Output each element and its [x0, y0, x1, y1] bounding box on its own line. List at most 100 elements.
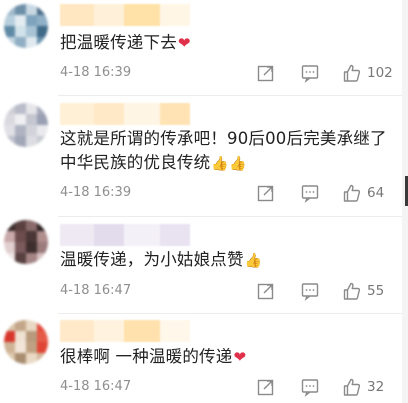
username-mosaic-tile — [94, 224, 124, 246]
username-mosaic-tile — [160, 103, 190, 125]
avatar-mosaic-tile — [26, 231, 37, 242]
avatar-mosaic-tile — [15, 320, 26, 331]
avatar-mosaic-tile — [4, 220, 15, 231]
avatar-mosaic-tile — [37, 4, 48, 15]
username[interactable] — [60, 320, 190, 342]
share-icon[interactable] — [256, 377, 276, 397]
avatar-mosaic-tile — [4, 125, 15, 136]
avatar-mosaic-tile — [4, 320, 15, 331]
avatar-mosaic-tile — [4, 342, 15, 353]
username-mosaic-tile — [160, 320, 190, 342]
thumbs-up-emoji: 👍👍 — [211, 156, 247, 172]
avatar-mosaic-tile — [15, 4, 26, 15]
avatar[interactable] — [4, 320, 48, 364]
username-mosaic-tile — [160, 4, 190, 26]
username-mosaic-tile — [94, 103, 124, 125]
avatar-mosaic-tile — [15, 353, 26, 364]
avatar-mosaic-tile — [26, 37, 37, 48]
avatar-mosaic-tile — [4, 4, 15, 15]
avatar-mosaic-tile — [26, 331, 37, 342]
heart-emoji: ❤ — [177, 34, 191, 52]
comment-body: 很棒啊 一种温暖的传递 — [60, 347, 233, 366]
avatar-mosaic-tile — [26, 253, 37, 264]
comment-meta: 4-18 16:39 102 — [60, 63, 395, 83]
avatar-mosaic-tile — [15, 253, 26, 264]
comment-icon[interactable] — [300, 281, 320, 301]
comment-body: 把温暖传递下去 — [60, 33, 177, 52]
avatar-mosaic-tile — [15, 220, 26, 231]
timestamp: 4-18 16:47 — [60, 379, 132, 394]
comment-icon[interactable] — [300, 377, 320, 397]
avatar-mosaic-tile — [15, 342, 26, 353]
like-count: 55 — [367, 283, 385, 299]
avatar-mosaic-tile — [15, 15, 26, 26]
thumbs-up-icon[interactable] — [342, 281, 362, 301]
comment-text: 温暖传递，为小姑娘点赞👍 — [60, 248, 390, 273]
username-mosaic-tile — [94, 4, 124, 26]
avatar[interactable] — [4, 103, 48, 147]
avatar-mosaic-tile — [4, 231, 15, 242]
avatar-mosaic-tile — [37, 114, 48, 125]
avatar-mosaic-tile — [37, 231, 48, 242]
avatar-mosaic-tile — [15, 331, 26, 342]
avatar-mosaic-tile — [4, 26, 15, 37]
avatar-mosaic-tile — [4, 103, 15, 114]
avatar-mosaic-tile — [26, 114, 37, 125]
avatar-mosaic-tile — [37, 253, 48, 264]
thumbs-up-icon[interactable] — [342, 377, 362, 397]
divider — [58, 216, 408, 217]
comment-text: 这就是所谓的传承吧！90后00后完美承继了中华民族的优良传统👍👍 — [60, 127, 390, 176]
divider — [58, 95, 408, 96]
avatar-mosaic-tile — [37, 242, 48, 253]
divider — [58, 313, 408, 314]
avatar-mosaic-tile — [26, 4, 37, 15]
avatar-mosaic-tile — [15, 125, 26, 136]
avatar-mosaic-tile — [37, 353, 48, 364]
avatar[interactable] — [4, 4, 48, 48]
avatar-mosaic-tile — [15, 26, 26, 37]
username-mosaic-tile — [124, 4, 160, 26]
comment-meta: 4-18 16:47 55 — [60, 281, 395, 301]
avatar[interactable] — [4, 220, 48, 264]
avatar-mosaic-tile — [37, 342, 48, 353]
username-mosaic-tile — [60, 4, 94, 26]
username-mosaic-tile — [124, 103, 160, 125]
heart-emoji: ❤ — [233, 348, 247, 366]
avatar-mosaic-tile — [37, 125, 48, 136]
avatar-mosaic-tile — [37, 15, 48, 26]
avatar-mosaic-tile — [4, 253, 15, 264]
avatar-mosaic-tile — [15, 37, 26, 48]
thumbs-up-icon[interactable] — [342, 63, 362, 83]
username-mosaic-tile — [124, 224, 160, 246]
username-mosaic-tile — [60, 103, 94, 125]
timestamp: 4-18 16:39 — [60, 65, 132, 80]
avatar-mosaic-tile — [4, 114, 15, 125]
avatar-mosaic-tile — [4, 136, 15, 147]
share-icon[interactable] — [256, 281, 276, 301]
avatar-mosaic-tile — [26, 242, 37, 253]
avatar-mosaic-tile — [26, 353, 37, 364]
avatar-mosaic-tile — [37, 26, 48, 37]
username-mosaic-tile — [124, 320, 160, 342]
thumbs-up-icon[interactable] — [342, 183, 362, 203]
username-mosaic-tile — [60, 320, 94, 342]
comment-icon[interactable] — [300, 183, 320, 203]
avatar-mosaic-tile — [15, 242, 26, 253]
like-count: 32 — [367, 379, 385, 395]
avatar-mosaic-tile — [26, 15, 37, 26]
username[interactable] — [60, 224, 190, 246]
avatar-mosaic-tile — [15, 231, 26, 242]
username[interactable] — [60, 4, 190, 26]
avatar-mosaic-tile — [26, 136, 37, 147]
comment-icon[interactable] — [300, 63, 320, 83]
avatar-mosaic-tile — [15, 103, 26, 114]
avatar-mosaic-tile — [26, 342, 37, 353]
avatar-mosaic-tile — [37, 136, 48, 147]
avatar-mosaic-tile — [4, 242, 15, 253]
share-icon[interactable] — [256, 183, 276, 203]
avatar-mosaic-tile — [37, 220, 48, 231]
username-mosaic-tile — [60, 224, 94, 246]
avatar-mosaic-tile — [37, 320, 48, 331]
share-icon[interactable] — [256, 63, 276, 83]
username[interactable] — [60, 103, 190, 125]
